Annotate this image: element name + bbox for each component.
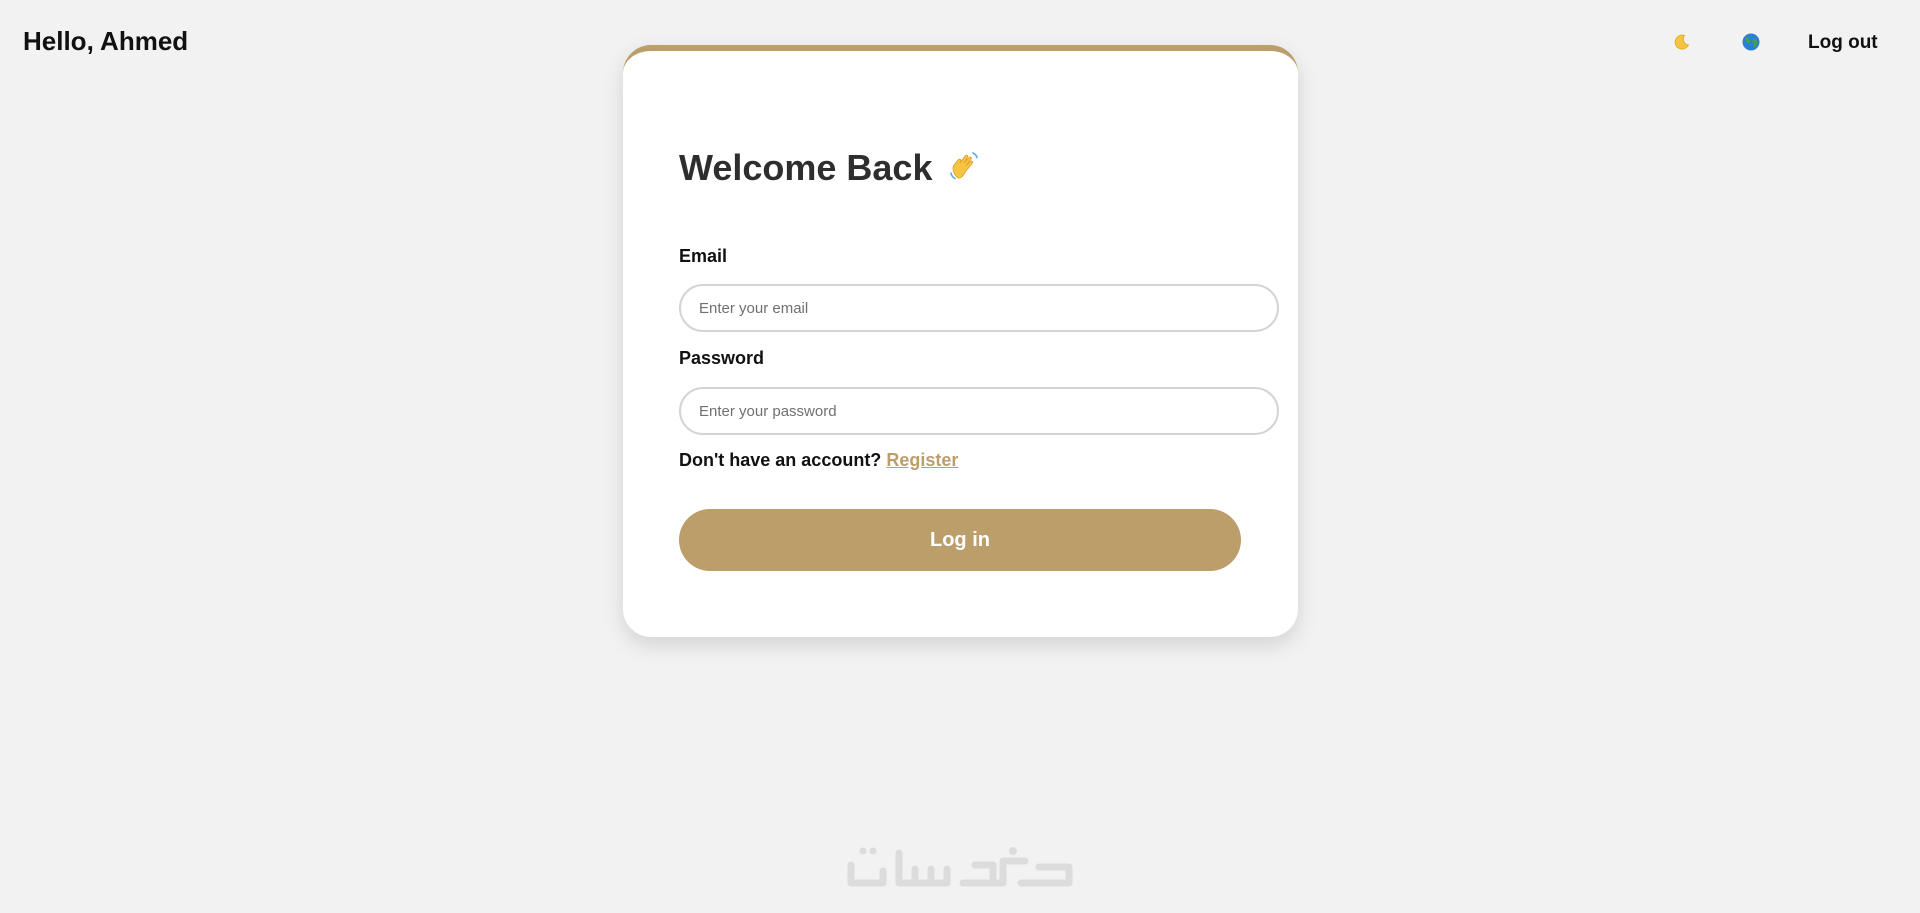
welcome-title-text: Welcome Back [679, 147, 933, 188]
logout-button[interactable]: Log out [1808, 32, 1878, 54]
login-button[interactable]: Log in [679, 509, 1241, 571]
password-field[interactable] [679, 387, 1279, 435]
register-prompt-text: Don't have an account? [679, 450, 882, 470]
waving-hand-icon [946, 148, 982, 193]
globe-icon [1742, 33, 1760, 51]
register-link[interactable]: Register [886, 450, 958, 470]
login-card: Welcome Back Email Password Don't have a… [623, 45, 1298, 637]
moon-icon [1674, 34, 1690, 50]
language-button[interactable] [1740, 31, 1762, 53]
email-field[interactable] [679, 284, 1279, 332]
card-title: Welcome Back [679, 147, 982, 193]
greeting-text: Hello, Ahmed [23, 26, 189, 56]
email-label: Email [679, 246, 728, 266]
watermark-logo [843, 843, 1075, 895]
password-label: Password [679, 348, 765, 368]
register-prompt-row: Don't have an account? Register [679, 450, 958, 471]
theme-toggle-button[interactable] [1671, 31, 1693, 53]
